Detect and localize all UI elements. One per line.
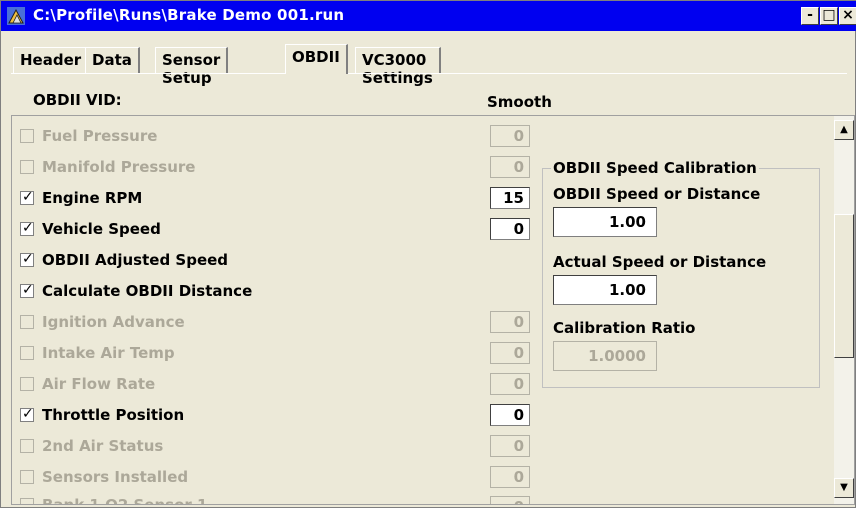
smooth-column-header: Smooth — [487, 93, 552, 111]
channel-label: Air Flow Rate — [42, 375, 156, 393]
channel-label: Intake Air Temp — [42, 344, 175, 362]
tab-label: Sensor Setup — [162, 51, 221, 87]
actual-speed-label: Actual Speed or Distance — [553, 253, 767, 271]
smooth-input[interactable]: 0 — [490, 218, 530, 240]
channel-row-sensors-installed: Sensors Installed — [20, 466, 188, 488]
checkmark-icon: ✓ — [22, 220, 34, 236]
checkmark-icon: ✓ — [22, 189, 34, 205]
app-window: C:\Profile\Runs\Brake Demo 001.run - □ ×… — [0, 0, 856, 508]
calibration-ratio-label: Calibration Ratio — [553, 319, 696, 337]
channel-row-engine-rpm: ✓ Engine RPM — [20, 187, 142, 209]
tab-data[interactable]: Data — [85, 47, 140, 73]
arrow-down-icon: ▼ — [840, 482, 848, 493]
obdii-speed-input[interactable]: 1.00 — [553, 207, 657, 237]
maximize-icon: □ — [822, 7, 836, 23]
smooth-input[interactable]: 0 — [490, 466, 530, 488]
group-title: OBDII Speed Calibration — [551, 159, 759, 177]
close-button[interactable]: × — [839, 7, 856, 25]
channel-row-fuel-pressure: Fuel Pressure — [20, 125, 157, 147]
obdii-vid-label: OBDII VID: — [33, 91, 122, 109]
obdii-speed-calibration-group: OBDII Speed Calibration OBDII Speed or D… — [542, 159, 820, 388]
channel-label: Vehicle Speed — [42, 220, 161, 238]
channel-row-calculate-obdii-distance: ✓ Calculate OBDII Distance — [20, 280, 252, 302]
app-logo-icon — [7, 7, 25, 25]
vertical-scrollbar[interactable]: ▲ ▼ — [834, 116, 854, 504]
obdii-speed-label: OBDII Speed or Distance — [553, 185, 761, 203]
smooth-input[interactable]: 0 — [490, 311, 530, 333]
checkbox[interactable] — [20, 470, 34, 484]
calibration-ratio-field: 1.0000 — [553, 341, 657, 371]
channel-label: Sensors Installed — [42, 468, 189, 486]
arrow-up-icon: ▲ — [840, 124, 848, 135]
checkbox[interactable]: ✓ — [20, 220, 34, 236]
checkbox[interactable]: ✓ — [20, 251, 34, 267]
tab-label: Header — [20, 51, 82, 69]
smooth-input[interactable]: 0 — [490, 156, 530, 178]
channel-label: Throttle Position — [42, 406, 185, 424]
channel-row-obdii-adjusted-speed: ✓ OBDII Adjusted Speed — [20, 249, 228, 271]
window-title: C:\Profile\Runs\Brake Demo 001.run — [33, 6, 345, 24]
minimize-button[interactable]: - — [801, 7, 819, 25]
smooth-input[interactable]: 15 — [490, 187, 530, 209]
tab-header[interactable]: Header — [13, 47, 90, 73]
tab-label: VC3000 Settings — [362, 51, 433, 87]
title-bar[interactable]: C:\Profile\Runs\Brake Demo 001.run - □ × — [1, 1, 856, 31]
scroll-up-button[interactable]: ▲ — [834, 120, 854, 140]
checkbox[interactable] — [20, 377, 34, 391]
tab-obdii[interactable]: OBDII — [285, 44, 348, 74]
smooth-input[interactable]: 0 — [490, 404, 530, 426]
channel-label: OBDII Adjusted Speed — [42, 251, 229, 269]
tab-panel-border — [11, 73, 847, 74]
minimize-icon: - — [807, 7, 813, 23]
smooth-input[interactable]: 0 — [490, 496, 530, 504]
obdii-channel-list[interactable]: Fuel Pressure 0 Manifold Pressure 0 ✓ En… — [11, 115, 855, 505]
channel-row-bank1-o2-sensor1: Bank 1 O2 Sensor 1 — [20, 494, 208, 505]
checkmark-icon: ✓ — [22, 282, 34, 298]
checkbox[interactable] — [20, 315, 34, 329]
actual-speed-input[interactable]: 1.00 — [553, 275, 657, 305]
channel-row-ignition-advance: Ignition Advance — [20, 311, 185, 333]
tab-vc3000-settings[interactable]: VC3000 Settings — [355, 47, 441, 87]
smooth-input[interactable]: 0 — [490, 435, 530, 457]
smooth-input[interactable]: 0 — [490, 373, 530, 395]
channel-row-manifold-pressure: Manifold Pressure — [20, 156, 195, 178]
checkmark-icon: ✓ — [22, 406, 34, 422]
smooth-input[interactable]: 0 — [490, 125, 530, 147]
channel-label: Ignition Advance — [42, 313, 185, 331]
channel-label: Bank 1 O2 Sensor 1 — [42, 496, 208, 505]
checkbox[interactable]: ✓ — [20, 189, 34, 205]
checkmark-icon: ✓ — [22, 251, 34, 267]
scroll-thumb[interactable] — [834, 214, 854, 358]
checkbox[interactable] — [20, 439, 34, 453]
channel-label: Engine RPM — [42, 189, 143, 207]
checkbox[interactable] — [20, 129, 34, 143]
checkbox[interactable] — [20, 160, 34, 174]
channel-label: 2nd Air Status — [42, 437, 164, 455]
channel-row-2nd-air-status: 2nd Air Status — [20, 435, 163, 457]
channel-label: Fuel Pressure — [42, 127, 158, 145]
scroll-down-button[interactable]: ▼ — [834, 478, 854, 498]
tab-sensor-setup[interactable]: Sensor Setup — [155, 47, 229, 87]
channel-row-intake-air-temp: Intake Air Temp — [20, 342, 175, 364]
checkbox[interactable] — [20, 346, 34, 360]
close-icon: × — [842, 7, 854, 23]
channel-row-vehicle-speed: ✓ Vehicle Speed — [20, 218, 161, 240]
channel-label: Calculate OBDII Distance — [42, 282, 253, 300]
tab-label: Data — [92, 51, 132, 69]
tab-label: OBDII — [292, 48, 340, 66]
maximize-button[interactable]: □ — [820, 7, 838, 25]
channel-label: Manifold Pressure — [42, 158, 196, 176]
checkbox[interactable]: ✓ — [20, 406, 34, 422]
smooth-input[interactable]: 0 — [490, 342, 530, 364]
checkbox[interactable]: ✓ — [20, 282, 34, 298]
channel-row-air-flow-rate: Air Flow Rate — [20, 373, 155, 395]
checkbox[interactable] — [20, 498, 34, 504]
channel-row-throttle-position: ✓ Throttle Position — [20, 404, 184, 426]
